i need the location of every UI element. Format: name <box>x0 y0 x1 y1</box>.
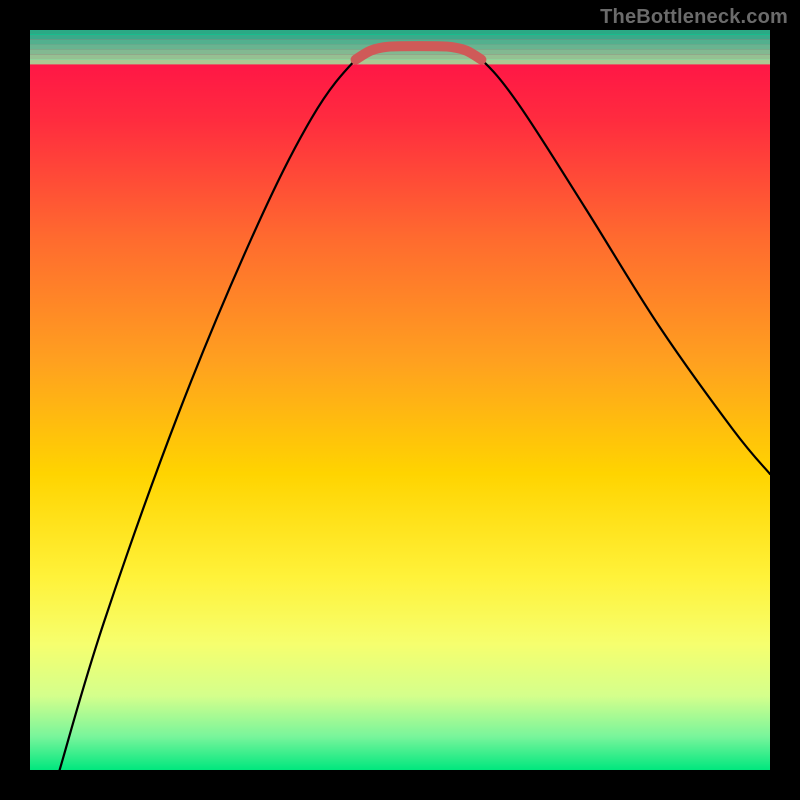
watermark-text: TheBottleneck.com <box>600 6 788 29</box>
bottleneck-chart <box>30 30 770 770</box>
plot-area <box>30 30 770 770</box>
gradient-background <box>30 30 770 770</box>
chart-frame: TheBottleneck.com <box>0 0 800 800</box>
